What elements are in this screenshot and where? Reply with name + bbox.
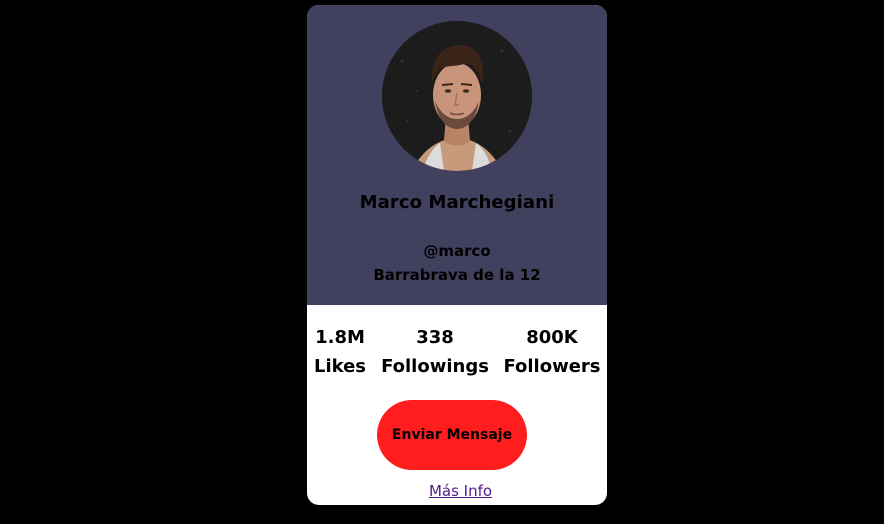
stat-followers-value: 800K	[526, 327, 578, 348]
stat-likes-label: Likes	[313, 356, 367, 377]
stat-likes: 1.8M Likes	[309, 325, 371, 383]
stat-likes-value: 1.8M	[315, 327, 365, 348]
profile-handle: @marco	[423, 242, 491, 260]
more-info-link[interactable]: Más Info	[307, 482, 607, 500]
stat-followings-value: 338	[416, 327, 454, 348]
send-message-button[interactable]: Enviar Mensaje	[377, 400, 527, 470]
stat-followings-label: Followings	[381, 356, 489, 377]
avatar-photo	[382, 21, 532, 171]
stat-followers: 800K Followers	[502, 325, 602, 383]
profile-header: Marco Marchegiani @marco Barrabrava de l…	[307, 5, 607, 305]
avatar	[382, 21, 532, 171]
profile-name: Marco Marchegiani	[359, 192, 555, 213]
stat-followings: 338 Followings	[379, 325, 491, 383]
profile-bio: Barrabrava de la 12	[373, 266, 541, 284]
stat-followers-label: Followers	[503, 356, 601, 377]
profile-card: Marco Marchegiani @marco Barrabrava de l…	[307, 5, 607, 505]
